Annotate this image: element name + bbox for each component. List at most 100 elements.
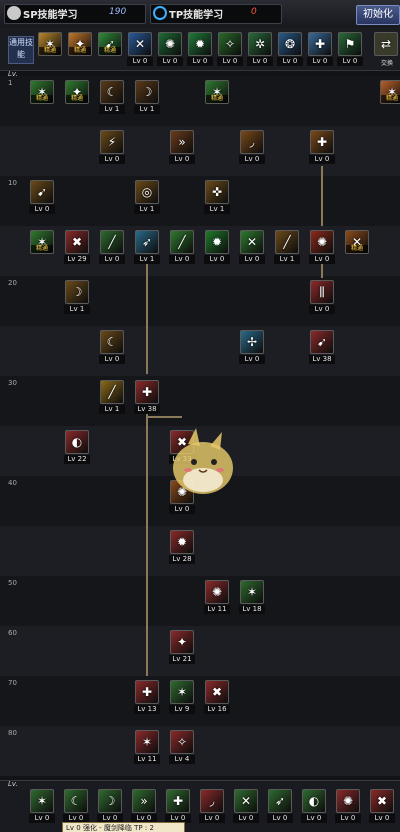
quickslot-item[interactable]: ✺	[158, 32, 182, 56]
skill-level-label: Lv 0	[99, 255, 125, 264]
skill-level-label: Lv 1	[99, 405, 125, 414]
skill-icon[interactable]: ✕	[240, 230, 264, 254]
quickslot-item[interactable]: ✹	[188, 32, 212, 56]
quickslot-item[interactable]: ⚑	[338, 32, 362, 56]
skill-glyph-icon: ☽	[71, 285, 83, 299]
skill-icon[interactable]: ✶	[240, 580, 264, 604]
bottom-skill-item[interactable]: ✕	[234, 789, 258, 813]
skill-icon[interactable]: ✚	[135, 380, 159, 404]
quickslot-item[interactable]: ✦ 精通	[68, 32, 92, 56]
skill-icon[interactable]: ╱	[100, 230, 124, 254]
skill-icon[interactable]: ➹	[30, 180, 54, 204]
skill-icon[interactable]: ☾	[100, 80, 124, 104]
skill-glyph-icon: ✶	[141, 735, 153, 749]
skill-icon[interactable]: ╱	[100, 380, 124, 404]
bottom-skill-item[interactable]: ☽	[98, 789, 122, 813]
level-label: 1	[8, 79, 13, 87]
skill-glyph-icon: ✚	[316, 135, 328, 149]
connector-line	[146, 256, 148, 374]
skill-icon[interactable]: ✹	[170, 530, 194, 554]
skill-icon[interactable]: ✶ 精通	[205, 80, 229, 104]
tp-panel: TP技能学习 0	[150, 4, 282, 24]
skill-icon[interactable]: ☽	[135, 80, 159, 104]
bottom-skill-item[interactable]: ☾	[64, 789, 88, 813]
skill-level-label: Lv 0	[309, 255, 335, 264]
connector-line	[321, 166, 323, 226]
quickslot-item[interactable]: ✕	[128, 32, 152, 56]
bottom-skill-item[interactable]: ◞	[200, 789, 224, 813]
quickslot-item[interactable]: ✲	[248, 32, 272, 56]
skill-icon[interactable]: ✖	[205, 680, 229, 704]
skill-icon[interactable]: »	[170, 130, 194, 154]
skill-icon[interactable]: ◞	[240, 130, 264, 154]
skill-glyph-icon: ✹	[211, 235, 223, 249]
bottom-skill-item[interactable]: ✚	[166, 789, 190, 813]
swap-button[interactable]: ⇄	[374, 32, 398, 56]
skill-icon[interactable]: ✶ 精通	[30, 230, 54, 254]
skill-icon[interactable]: ☾	[100, 330, 124, 354]
skill-glyph-icon: ➹	[36, 185, 48, 199]
skill-icon[interactable]: ✚	[135, 680, 159, 704]
skill-icon[interactable]: ☽	[65, 280, 89, 304]
quickslot-item[interactable]: ✶ 精通	[38, 32, 62, 56]
skill-glyph-icon: ✶	[36, 794, 48, 808]
skill-icon[interactable]: ✺	[205, 580, 229, 604]
skill-icon[interactable]: ✦ 精通	[65, 80, 89, 104]
bottom-skill-item[interactable]: ➶	[268, 789, 292, 813]
skill-level-label: Lv 1	[204, 205, 230, 214]
quickslot-item[interactable]: ✧	[218, 32, 242, 56]
level-label: 30	[8, 379, 17, 387]
skill-icon[interactable]: ➹	[310, 330, 334, 354]
init-button[interactable]: 初始化	[356, 5, 400, 25]
skill-level-label: Lv 1	[134, 255, 160, 264]
skill-level-label: Lv 0	[335, 814, 361, 823]
skill-row	[0, 726, 400, 776]
skill-icon[interactable]: ╱	[170, 230, 194, 254]
skill-row	[0, 326, 400, 376]
skill-icon[interactable]: ✶ 精通	[380, 80, 400, 104]
skill-icon[interactable]: ✖	[65, 230, 89, 254]
skill-level-label: Lv 13	[134, 705, 160, 714]
bottom-level-header: Lv.	[8, 780, 18, 788]
skill-icon[interactable]: ✹	[205, 230, 229, 254]
skill-glyph-icon: ✚	[141, 385, 153, 399]
skill-icon[interactable]: ✦	[170, 630, 194, 654]
skill-glyph-icon: ⚑	[344, 37, 356, 51]
quickslot-item[interactable]: ➹ 精通	[98, 32, 122, 56]
skill-icon[interactable]: ✚	[310, 130, 334, 154]
bottom-skill-item[interactable]: »	[132, 789, 156, 813]
skill-icon[interactable]: ✢	[240, 330, 264, 354]
skill-icon[interactable]: ✶	[135, 730, 159, 754]
skill-icon[interactable]: ◐	[65, 430, 89, 454]
bottom-skill-item[interactable]: ✺	[336, 789, 360, 813]
skill-glyph-icon: ➹	[316, 335, 328, 349]
skill-glyph-icon: ✚	[172, 794, 184, 808]
skill-glyph-icon: ╱	[108, 385, 116, 399]
bottom-skill-item[interactable]: ✶	[30, 789, 54, 813]
skill-icon[interactable]: ╱	[275, 230, 299, 254]
skill-glyph-icon: ✖	[376, 794, 388, 808]
skill-icon[interactable]: ✶ 精通	[30, 80, 54, 104]
quickslot-item[interactable]: ✚	[308, 32, 332, 56]
connector-line	[146, 414, 148, 676]
bottom-skill-item[interactable]: ✖	[370, 789, 394, 813]
tp-value: 0	[251, 7, 257, 17]
bottom-skill-item[interactable]: ◐	[302, 789, 326, 813]
skill-icon[interactable]: ➶	[135, 230, 159, 254]
skill-icon[interactable]: ⫼	[310, 280, 334, 304]
skill-glyph-icon: ✺	[164, 37, 176, 51]
skill-icon[interactable]: ✜	[205, 180, 229, 204]
mastery-tag: 精通	[206, 95, 228, 103]
skill-glyph-icon: ✕	[246, 235, 258, 249]
skill-row	[0, 76, 400, 126]
skill-icon[interactable]: ◎	[135, 180, 159, 204]
skill-glyph-icon: ╱	[108, 235, 116, 249]
skill-row	[0, 576, 400, 626]
skill-icon[interactable]: ✕ 精通	[345, 230, 369, 254]
skill-icon[interactable]: ✶	[170, 680, 194, 704]
skill-icon[interactable]: ✧	[170, 730, 194, 754]
skill-level-label: Lv 29	[64, 255, 90, 264]
quickslot-item[interactable]: ❂	[278, 32, 302, 56]
skill-icon[interactable]: ✺	[310, 230, 334, 254]
skill-icon[interactable]: ⚡	[100, 130, 124, 154]
